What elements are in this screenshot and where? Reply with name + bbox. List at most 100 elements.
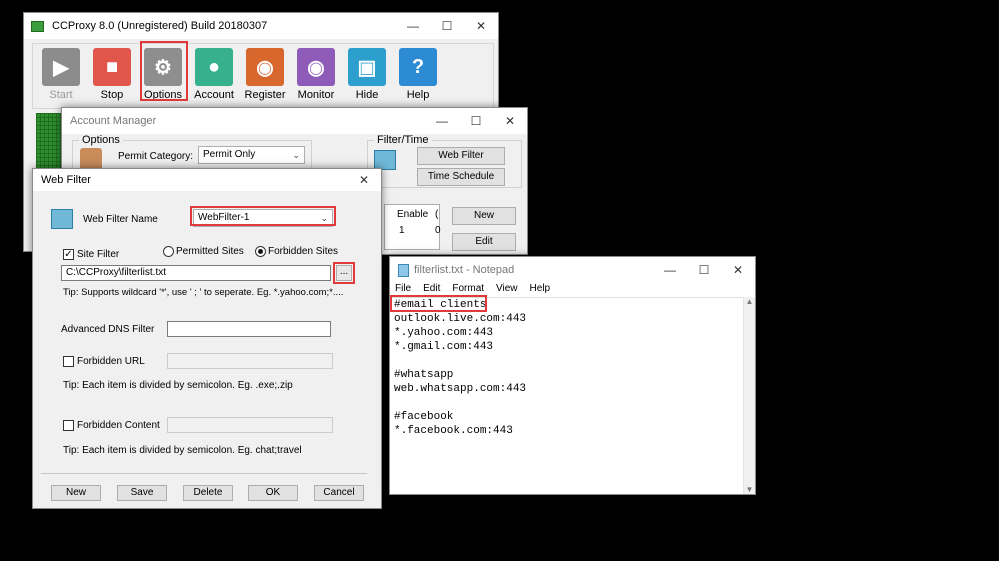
monitor-label: Monitor — [297, 89, 335, 101]
scroll-down-icon[interactable]: ▼ — [744, 485, 755, 494]
notepad-text-area[interactable]: #email clients outlook.live.com:443 *.ya… — [392, 297, 744, 493]
forbidden-sites-radio[interactable] — [255, 246, 266, 257]
minimize-icon[interactable]: — — [396, 13, 430, 39]
advanced-dns-filter-label: Advanced DNS Filter — [61, 324, 155, 335]
stop-icon: ■ — [93, 48, 131, 86]
forbidden-content-input[interactable] — [167, 417, 333, 433]
forbidden-url-checkbox[interactable] — [63, 356, 74, 367]
text-line: outlook.live.com:443 — [394, 313, 527, 325]
close-icon[interactable]: ✕ — [464, 13, 498, 39]
forbidden-url-input[interactable] — [167, 353, 333, 369]
forbidden-url-label: Forbidden URL — [77, 356, 145, 367]
web-filter-dialog: Web Filter ✕ Web Filter Name WebFilter-1… — [32, 168, 382, 509]
email-clients-highlight — [390, 295, 487, 312]
user-icon: ● — [195, 48, 233, 86]
notepad-window: filterlist.txt - Notepad — ☐ ✕ File Edit… — [389, 256, 756, 495]
text-line — [394, 354, 744, 368]
permit-category-value: Permit Only — [203, 149, 256, 160]
account-label: Account — [194, 89, 234, 101]
account-titlebar: Account Manager — ☐ ✕ — [62, 108, 527, 134]
help-label: Help — [406, 89, 430, 101]
close-icon[interactable]: ✕ — [493, 108, 527, 134]
browse-highlight — [333, 262, 355, 284]
cancel-button[interactable]: Cancel — [314, 485, 364, 501]
forbidden-sites-label: Forbidden Sites — [268, 246, 339, 257]
forbidden-content-tip: Tip: Each item is divided by semicolon. … — [63, 445, 302, 456]
forbidden-content-checkbox[interactable] — [63, 420, 74, 431]
text-line: *.gmail.com:443 — [394, 341, 494, 353]
maximize-icon[interactable]: ☐ — [430, 13, 464, 39]
text-line: #facebook — [394, 411, 454, 423]
account-title: Account Manager — [70, 115, 157, 127]
ccproxy-title: CCProxy 8.0 (Unregistered) Build 2018030… — [52, 20, 268, 32]
webfilter-titlebar: Web Filter ✕ — [33, 169, 381, 191]
register-icon: ◉ — [246, 48, 284, 86]
web-filter-button[interactable]: Web Filter — [417, 147, 505, 165]
play-icon: ▶ — [42, 48, 80, 86]
site-filter-tip: Tip: Supports wildcard '*', use ' ; ' to… — [63, 287, 344, 298]
forbidden-content-label: Forbidden Content — [77, 420, 160, 431]
forbidden-url-tip: Tip: Each item is divided by semicolon. … — [63, 380, 293, 391]
text-line — [394, 396, 744, 410]
eye-icon: ◉ — [297, 48, 335, 86]
hide-button[interactable]: ▣ Hide — [345, 48, 389, 101]
permitted-sites-radio[interactable] — [163, 246, 174, 257]
start-button[interactable]: ▶ Start — [39, 48, 83, 101]
grid-header-enable: Enable — [397, 209, 429, 220]
site-filter-label: Site Filter — [77, 249, 120, 260]
ok-button[interactable]: OK — [248, 485, 298, 501]
filter-time-label: Filter/Time — [374, 134, 432, 146]
monitor-button[interactable]: ◉ Monitor — [294, 48, 338, 101]
account-button[interactable]: ● Account — [192, 48, 236, 101]
text-line: web.whatsapp.com:443 — [394, 383, 527, 395]
time-schedule-button[interactable]: Time Schedule — [417, 168, 505, 186]
options-highlight — [140, 41, 188, 101]
help-button[interactable]: ? Help — [396, 48, 440, 101]
chevron-down-icon: ⌄ — [292, 150, 300, 160]
advanced-dns-filter-input[interactable] — [167, 321, 331, 337]
account-grid: Enable ( 1 0 — [384, 204, 441, 250]
account-edit-button[interactable]: Edit — [452, 233, 516, 251]
save-button[interactable]: Save — [117, 485, 167, 501]
register-button[interactable]: ◉ Register — [243, 48, 287, 101]
stop-button[interactable]: ■ Stop — [90, 48, 134, 101]
notepad-icon — [398, 263, 409, 277]
notepad-title: filterlist.txt - Notepad — [414, 264, 515, 276]
ccproxy-toolbar: ▶ Start ■ Stop ⚙ Options ● Account ◉ Reg… — [32, 43, 494, 109]
dialog-divider — [41, 473, 367, 474]
notepad-titlebar: filterlist.txt - Notepad — ☐ ✕ — [390, 257, 755, 283]
delete-button[interactable]: Delete — [183, 485, 233, 501]
menu-help[interactable]: Help — [530, 283, 551, 297]
account-new-button[interactable]: New — [452, 207, 516, 225]
menu-view[interactable]: View — [496, 283, 518, 297]
hide-label: Hide — [355, 89, 379, 101]
text-line: *.facebook.com:443 — [394, 425, 513, 437]
close-icon[interactable]: ✕ — [721, 257, 755, 283]
maximize-icon[interactable]: ☐ — [459, 108, 493, 134]
permit-category-label: Permit Category: — [118, 151, 194, 162]
webfilter-title: Web Filter — [41, 174, 91, 186]
maximize-icon[interactable]: ☐ — [687, 257, 721, 283]
start-label: Start — [49, 89, 73, 101]
new-button[interactable]: New — [51, 485, 101, 501]
minimize-icon[interactable]: — — [653, 257, 687, 283]
vertical-scrollbar[interactable]: ▲ ▼ — [743, 297, 755, 494]
text-line: #whatsapp — [394, 369, 454, 381]
filter-name-highlight — [190, 206, 336, 226]
scroll-up-icon[interactable]: ▲ — [744, 297, 755, 306]
help-icon: ? — [399, 48, 437, 86]
permit-category-select[interactable]: Permit Only ⌄ — [198, 146, 305, 164]
text-line: *.yahoo.com:443 — [394, 327, 494, 339]
minimize-icon[interactable]: — — [425, 108, 459, 134]
site-filter-checkbox[interactable]: ✓ — [63, 249, 74, 260]
stop-label: Stop — [100, 89, 124, 101]
hide-icon: ▣ — [348, 48, 386, 86]
permitted-sites-label: Permitted Sites — [176, 246, 244, 257]
filter-icon — [374, 150, 396, 170]
filter-file-path-input[interactable]: C:\CCProxy\filterlist.txt — [61, 265, 331, 281]
register-label: Register — [244, 89, 286, 101]
web-filter-name-label: Web Filter Name — [83, 214, 158, 225]
grid-header-2: ( — [435, 209, 439, 220]
close-icon[interactable]: ✕ — [347, 169, 381, 191]
grid-cell-enable: 1 — [399, 225, 405, 236]
